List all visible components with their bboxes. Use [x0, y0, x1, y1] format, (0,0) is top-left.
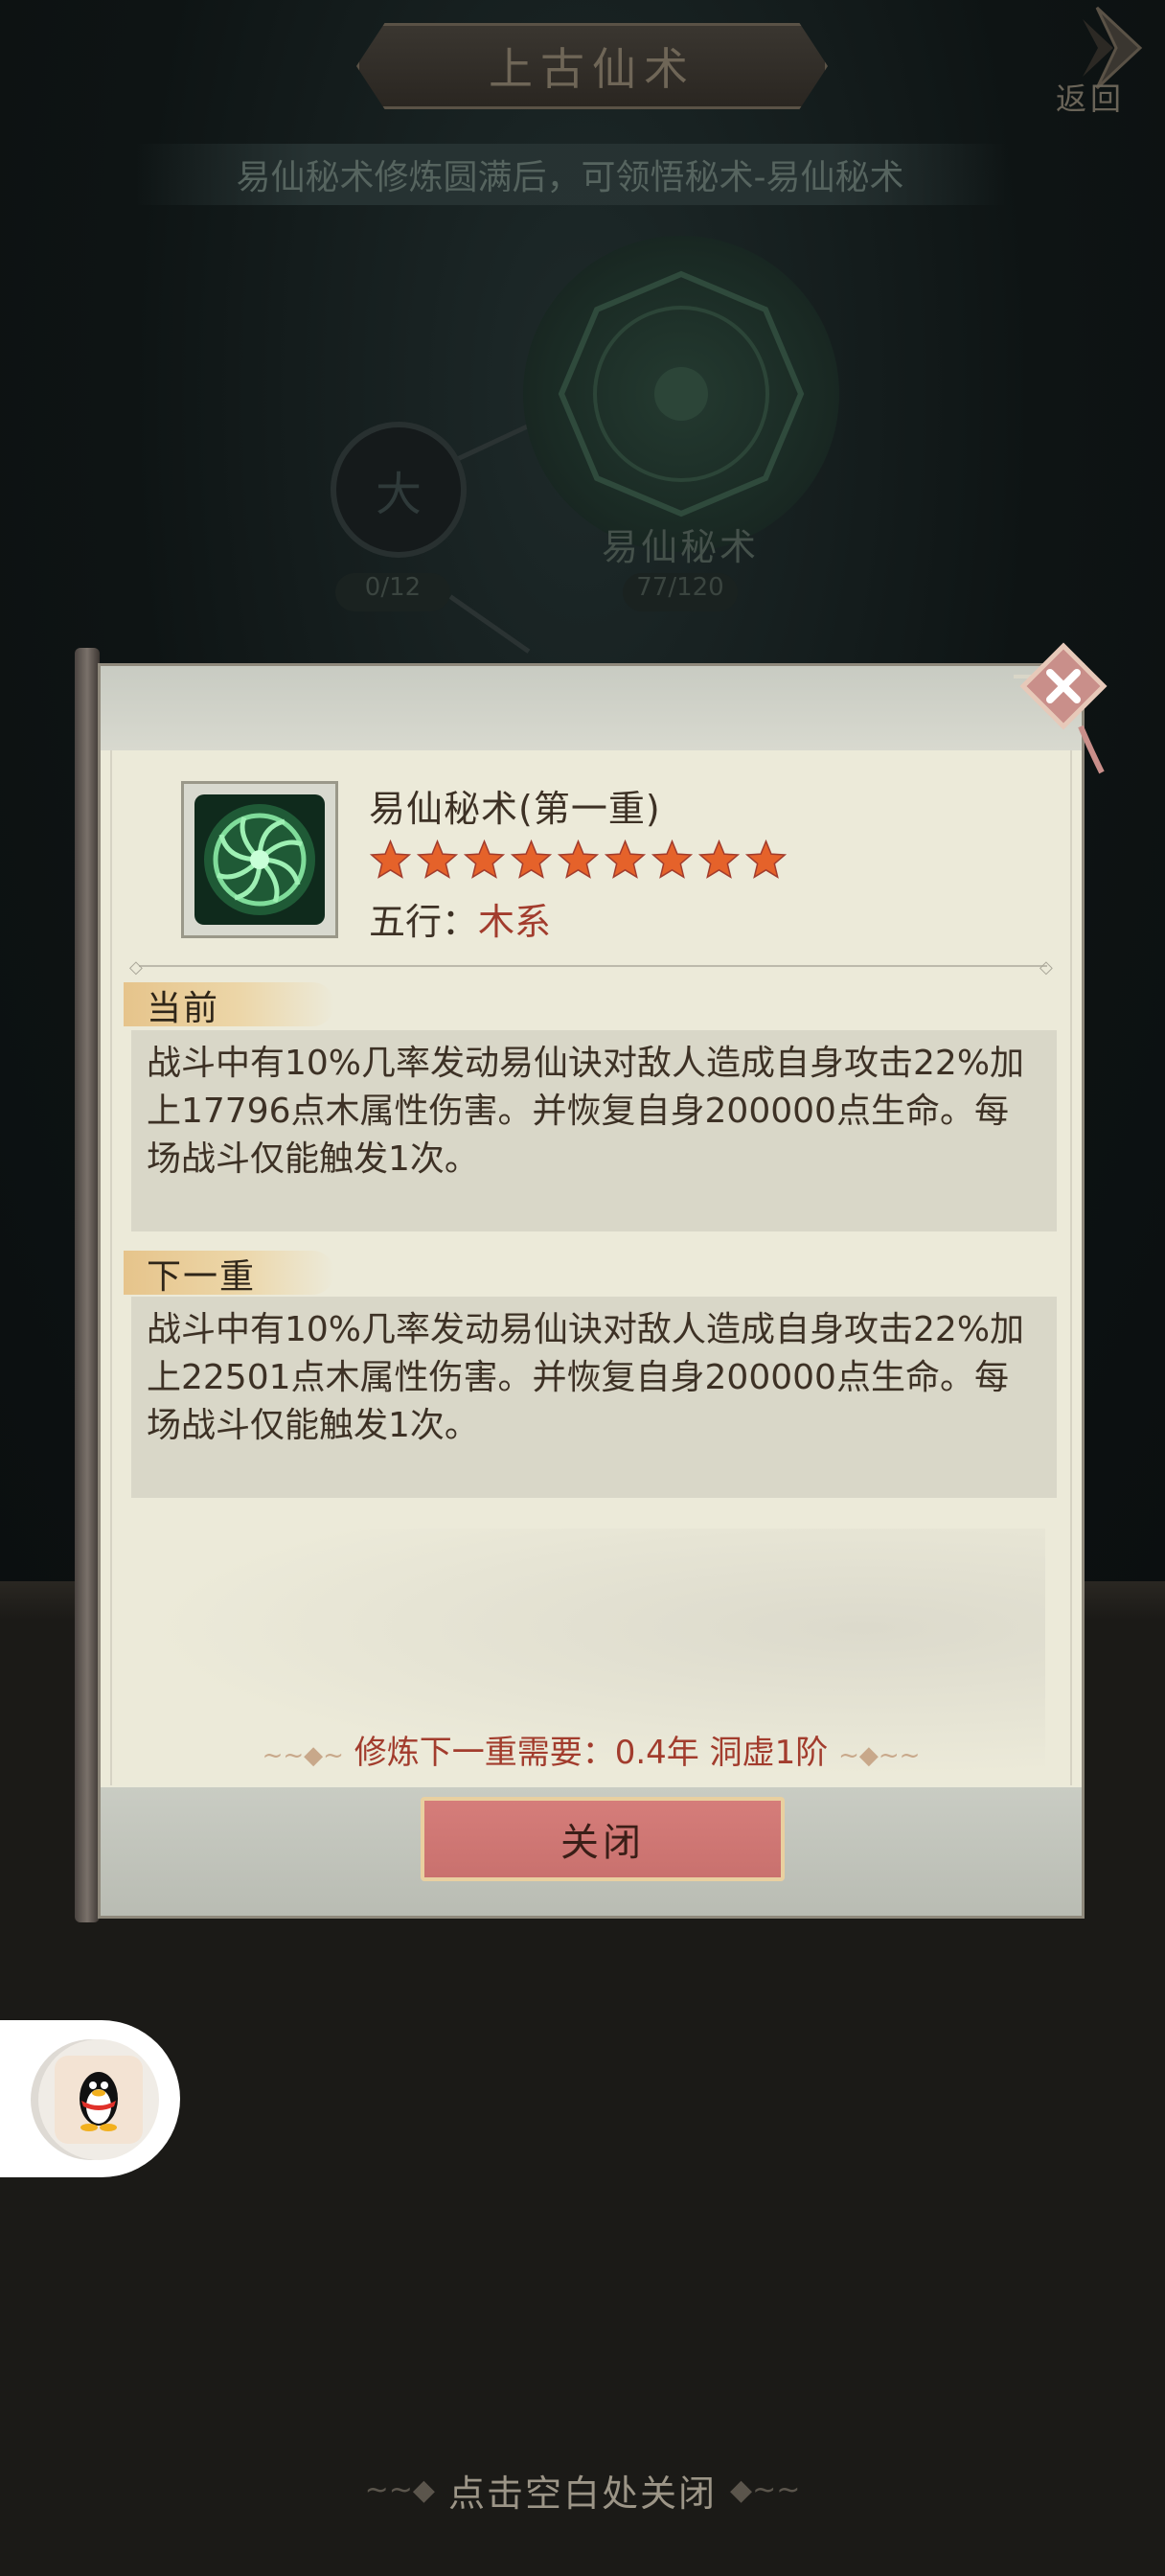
divider [139, 965, 1047, 967]
star-icon [651, 839, 694, 879]
side-skill-node[interactable]: 大 [331, 422, 467, 558]
close-button[interactable]: 关闭 [421, 1797, 785, 1881]
mandala-emblem-icon [558, 270, 805, 518]
close-x-icon[interactable] [1004, 638, 1119, 792]
star-icon [744, 839, 788, 879]
back-label[interactable]: 返回 [1056, 75, 1125, 119]
qq-penguin-icon [80, 2072, 118, 2131]
current-description: 战斗中有10%几率发动易仙诀对敌人造成自身攻击22%加上17796点木属性伤害。… [147, 1044, 1025, 1179]
footer-hint[interactable]: ~~◆ 点击空白处关闭 ◆~~ [326, 2461, 839, 2518]
star-icon [510, 839, 553, 879]
divider-end-icon: ◇ [129, 957, 143, 978]
next-label: 下一重 [147, 1257, 257, 1297]
ornament-icon: ~◆~~ [838, 1741, 921, 1770]
element-value: 木系 [478, 901, 552, 943]
main-skill-progress: 77/120 [623, 573, 738, 611]
next-description-box: 战斗中有10%几率发动易仙诀对敌人造成自身攻击22%加上22501点木属性伤害。… [131, 1297, 1057, 1498]
requirement-row: ~~◆~ 修炼下一重需要：0.4年 洞虚1阶 ~◆~~ [101, 1726, 1082, 1773]
star-icon [369, 839, 412, 879]
next-description: 战斗中有10%几率发动易仙诀对敌人造成自身攻击22%加上22501点木属性伤害。… [147, 1310, 1025, 1445]
ornament-icon: ~~◆ [364, 2472, 435, 2507]
element-label: 五行： [369, 901, 479, 943]
star-icon [557, 839, 600, 879]
ornament-icon: ~~◆~ [262, 1741, 344, 1770]
paper-header-band [101, 666, 1082, 750]
side-skill-glyph: 大 [375, 468, 422, 521]
current-description-box: 战斗中有10%几率发动易仙诀对敌人造成自身攻击22%加上17796点木属性伤害。… [131, 1030, 1057, 1231]
star-icon [463, 839, 506, 879]
main-skill-name: 易仙秘术 [601, 526, 759, 568]
footer-hint-text: 点击空白处关闭 [447, 2472, 717, 2515]
star-icon [416, 839, 459, 879]
star-icon [697, 839, 741, 879]
hint-bar: 易仙秘术修炼圆满后，可领悟秘术-易仙秘术 [134, 144, 1006, 205]
current-label: 当前 [147, 989, 220, 1028]
side-skill-progress: 0/12 [335, 573, 450, 611]
close-button-label: 关闭 [560, 1821, 645, 1865]
qq-icon-box [55, 2056, 143, 2144]
main-skill-node[interactable] [523, 236, 839, 552]
page-title: 上古仙术 [489, 43, 696, 95]
star-rating [369, 839, 788, 882]
skill-detail-dialog: 易仙秘术(第一重) 五行：木系 ◇ ◇ 当前 战斗中有10%几率发动易仙诀对敌人… [75, 642, 1108, 1922]
skill-icon-frame [181, 781, 338, 938]
qq-float-button[interactable] [38, 2039, 159, 2160]
green-mandala-icon [194, 794, 325, 925]
ornament-icon: ◆~~ [730, 2472, 801, 2507]
star-icon [604, 839, 647, 879]
skill-title: 易仙秘术(第一重) [369, 788, 661, 830]
scroll-rod [75, 648, 100, 1922]
page-title-banner: 上古仙术 [356, 23, 828, 109]
requirement-text: 修炼下一重需要：0.4年 洞虚1阶 [354, 1734, 829, 1772]
dialog-paper: 易仙秘术(第一重) 五行：木系 ◇ ◇ 当前 战斗中有10%几率发动易仙诀对敌人… [98, 663, 1085, 1919]
divider-end-icon: ◇ [1039, 957, 1053, 978]
element-row: 五行：木系 [369, 892, 551, 945]
hint-text: 易仙秘术修炼圆满后，可领悟秘术-易仙秘术 [236, 158, 904, 197]
